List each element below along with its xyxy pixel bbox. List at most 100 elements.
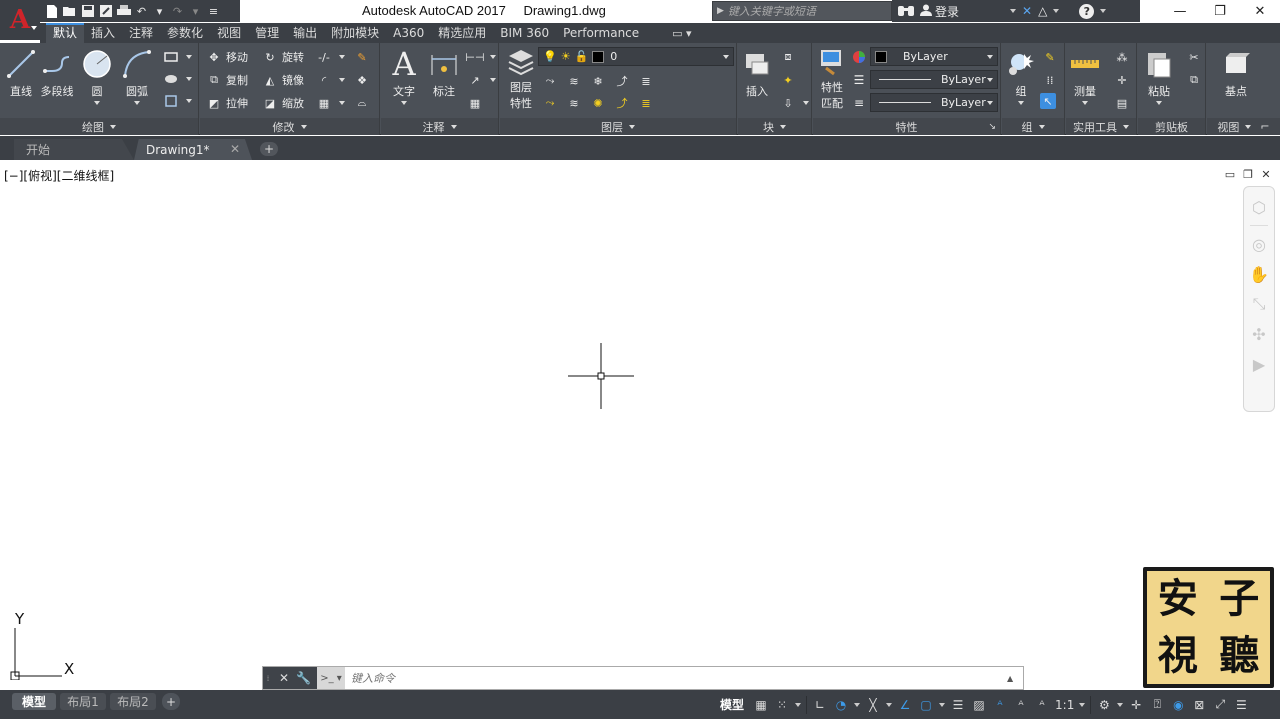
circle-tool[interactable]: 圆 — [80, 47, 114, 105]
save-as-icon[interactable] — [98, 4, 113, 19]
object-snap-tracking-icon[interactable]: ∠ — [897, 697, 913, 713]
close-tab-icon[interactable]: ✕ — [230, 142, 240, 156]
layout-tab-layout2[interactable]: 布局2 — [110, 693, 156, 710]
orbit-icon[interactable]: ✣ — [1247, 322, 1271, 346]
file-tab-start[interactable]: 开始 — [14, 139, 134, 160]
ribbon-minimize-icon[interactable]: ⌐ — [1260, 120, 1269, 133]
open-file-icon[interactable] — [62, 4, 77, 19]
mirror-tool[interactable]: ◭ 镜像 — [262, 72, 304, 88]
text-dropdown-icon[interactable] — [401, 101, 407, 105]
trim-tool[interactable]: -/- — [316, 49, 345, 65]
draw-panel-title[interactable]: 绘图 — [0, 118, 198, 135]
linetype-icon[interactable]: ☰ — [851, 72, 867, 88]
modify-panel-title[interactable]: 修改 — [200, 118, 379, 135]
exchange-apps-icon[interactable]: ✕ — [1022, 4, 1032, 18]
recent-commands-icon[interactable]: >_ ▾ — [317, 667, 346, 689]
insert-block-tool[interactable]: 插入 — [740, 47, 774, 99]
groups-panel-title[interactable]: 组 — [1002, 118, 1064, 135]
layer-current-icon[interactable]: ≣ — [638, 95, 654, 111]
ungroup-tool[interactable]: ✎ — [1042, 49, 1058, 65]
tab-home[interactable]: 默认 — [46, 23, 85, 43]
minimize-button[interactable]: — — [1160, 0, 1200, 22]
customize-wrench-icon[interactable]: 🔧 — [296, 671, 311, 685]
login-button[interactable]: 登录 — [920, 3, 1017, 20]
fillet-tool[interactable]: ◜ — [316, 72, 345, 88]
layer-thaw-icon[interactable]: ✺ — [590, 95, 606, 111]
layers-panel-title[interactable]: 图层 — [500, 118, 736, 135]
steering-wheel-icon[interactable]: ◎ — [1247, 232, 1271, 256]
clean-screen-icon[interactable]: ⤢ — [1212, 697, 1228, 713]
tab-output[interactable]: 输出 — [286, 23, 324, 43]
layer-dropdown[interactable]: 💡 ☀ 🔓 0 — [538, 47, 734, 66]
leader-tool[interactable]: ↗ — [467, 72, 496, 88]
measure-tool[interactable]: 测量 — [1068, 47, 1102, 105]
close-command-line-icon[interactable]: ✕ — [279, 671, 289, 685]
lineweight-icon[interactable]: ≡ — [851, 95, 867, 111]
viewcube-icon[interactable]: ⬡ — [1247, 195, 1271, 219]
rotate-tool[interactable]: ↻ 旋转 — [262, 49, 304, 65]
layer-lock-icon[interactable]: ⤴ — [614, 73, 630, 89]
viewport-restore-icon[interactable]: ❐ — [1242, 168, 1254, 181]
color-dropdown[interactable]: ByLayer — [870, 47, 998, 66]
new-file-icon[interactable] — [44, 4, 59, 19]
pan-hand-icon[interactable]: ✋ — [1247, 262, 1271, 286]
scale-tool[interactable]: ◪ 缩放 — [262, 95, 304, 111]
base-point-tool[interactable]: 基点 — [1219, 47, 1253, 99]
viewport-controls-label[interactable]: [−][俯视][二维线框] — [4, 167, 114, 184]
group-edit-tool[interactable]: ⁞⁞ — [1042, 72, 1058, 88]
annotation-visibility-icon[interactable]: ᴬ — [992, 697, 1008, 713]
rectangle-dropdown-icon[interactable] — [186, 55, 192, 59]
tab-bim360[interactable]: BIM 360 — [493, 23, 556, 43]
a360-dropdown-icon[interactable] — [1053, 9, 1060, 13]
object-snap-icon[interactable]: ▢ — [918, 697, 934, 713]
layer-on-icon[interactable]: ⤳ — [542, 95, 558, 111]
utilities-panel-title[interactable]: 实用工具 — [1066, 118, 1136, 135]
properties-panel-title[interactable]: 特性 ↘ — [813, 118, 1000, 135]
circle-dropdown-icon[interactable] — [94, 101, 100, 105]
linear-dim-dropdown-icon[interactable] — [490, 55, 496, 59]
layout-tab-model[interactable]: 模型 — [12, 693, 56, 710]
viewport-minimize-icon[interactable]: ▭ — [1224, 168, 1236, 181]
block-panel-title[interactable]: 块 — [738, 118, 811, 135]
tab-a360[interactable]: A360 — [386, 23, 431, 43]
viewport-close-icon[interactable]: ✕ — [1260, 168, 1272, 181]
region-tool[interactable] — [163, 93, 192, 109]
workspace-gear-icon[interactable]: ⚙ — [1096, 697, 1112, 713]
new-tab-button[interactable]: + — [260, 142, 278, 156]
plot-icon[interactable] — [116, 4, 131, 19]
quick-select-tool[interactable]: ⁂ — [1114, 49, 1130, 65]
isometric-icon[interactable]: ╳ — [865, 697, 881, 713]
layer-off-icon[interactable]: ⤳ — [542, 73, 558, 89]
redo-icon[interactable]: ↷ — [170, 4, 185, 19]
hatch-tool[interactable] — [163, 71, 192, 87]
group-dropdown-icon[interactable] — [1018, 101, 1024, 105]
command-input[interactable] — [345, 667, 1007, 689]
layer-unlock-icon[interactable]: ⤴ — [614, 95, 630, 111]
redo-dropdown-icon[interactable]: ▾ — [188, 4, 203, 19]
arc-dropdown-icon[interactable] — [134, 101, 140, 105]
layer-match-icon[interactable]: ≣ — [638, 73, 654, 89]
layer-isolate-icon[interactable]: ≋ — [566, 73, 582, 89]
lineweight-toggle-icon[interactable]: ☰ — [950, 697, 966, 713]
isolate-objects-icon[interactable]: ◉ — [1170, 697, 1186, 713]
close-button[interactable]: ✕ — [1240, 0, 1280, 22]
annotation-monitor-icon[interactable]: ✛ — [1128, 697, 1144, 713]
line-tool[interactable]: 直线 — [4, 47, 38, 99]
erase-tool[interactable]: ✎ — [354, 49, 370, 65]
hatch-dropdown-icon[interactable] — [186, 77, 192, 81]
array-dropdown-icon[interactable] — [339, 101, 345, 105]
units-icon[interactable]: ⍰ — [1149, 697, 1165, 713]
create-block-tool[interactable]: ⧈ — [780, 49, 796, 65]
leader-dropdown-icon[interactable] — [490, 78, 496, 82]
annotation-panel-title[interactable]: 注释 — [381, 118, 498, 135]
command-history-up-icon[interactable]: ▲ — [1007, 674, 1023, 683]
customize-qat-icon[interactable]: ≡ — [206, 4, 221, 19]
region-dropdown-icon[interactable] — [186, 99, 192, 103]
view-panel-title[interactable]: 视图 ⌐ — [1207, 118, 1280, 135]
polar-dropdown-icon[interactable] — [854, 702, 861, 707]
hardware-acceleration-icon[interactable]: ⊠ — [1191, 697, 1207, 713]
id-point-tool[interactable]: ✛ — [1114, 72, 1130, 88]
arc-tool[interactable]: 圆弧 — [120, 47, 154, 105]
annotation-scale-icon[interactable]: ᴬ — [1034, 697, 1050, 713]
linetype-dropdown[interactable]: ByLayer — [870, 70, 998, 89]
